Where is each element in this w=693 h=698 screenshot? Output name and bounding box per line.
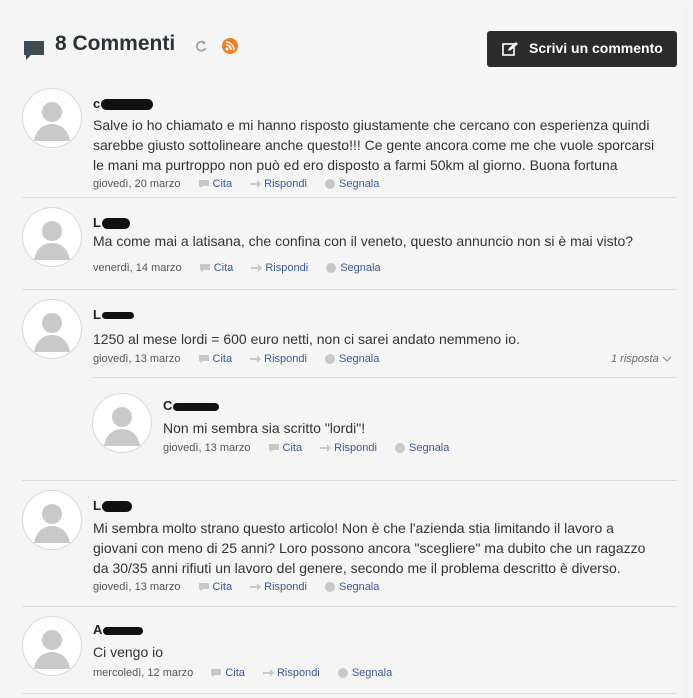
reply-icon xyxy=(249,354,262,364)
write-comment-button[interactable]: Scrivi un commento xyxy=(487,31,677,67)
avatar[interactable] xyxy=(22,490,82,550)
cita-link[interactable]: Cita xyxy=(225,667,245,679)
segnala-link[interactable]: Segnala xyxy=(340,262,380,274)
redacted-name xyxy=(101,218,130,230)
rispondi-link[interactable]: Rispondi xyxy=(277,667,320,679)
flag-icon xyxy=(325,263,337,274)
redacted-name xyxy=(101,99,154,111)
rispondi-link[interactable]: Rispondi xyxy=(264,353,307,365)
comment-text: Ci vengo io xyxy=(93,644,164,660)
quote-icon xyxy=(210,668,222,678)
redacted-name xyxy=(101,312,134,320)
author-initial: L xyxy=(93,498,101,513)
quote-icon xyxy=(198,179,210,189)
rispondi-link[interactable]: Rispondi xyxy=(265,262,308,274)
segnala-link[interactable]: Segnala xyxy=(352,667,392,679)
quote-icon xyxy=(198,354,210,364)
segnala-link[interactable]: Segnala xyxy=(409,442,449,454)
avatar[interactable] xyxy=(92,393,152,453)
quote-icon xyxy=(199,263,211,273)
avatar[interactable] xyxy=(22,88,82,148)
cita-link[interactable]: Cita xyxy=(214,262,234,274)
divider xyxy=(22,289,677,290)
comment-author[interactable]: L xyxy=(93,498,132,513)
comment-meta: giovedì, 13 marzo Cita Rispondi Segnala xyxy=(93,581,379,593)
comment-author[interactable]: L xyxy=(93,215,130,230)
divider xyxy=(22,606,677,607)
rispondi-link[interactable]: Rispondi xyxy=(264,581,307,593)
author-initial: c xyxy=(93,96,101,111)
rss-icon[interactable] xyxy=(222,38,238,54)
comment-text: Non mi sembra sia scritto "lordi"! xyxy=(163,420,366,436)
rispondi-link[interactable]: Rispondi xyxy=(264,178,307,190)
divider xyxy=(93,377,677,378)
comment-date: giovedì, 20 marzo xyxy=(93,178,181,190)
author-initial: L xyxy=(93,215,101,230)
comments-panel: 8 Commenti Scrivi un commento c Salve io… xyxy=(8,8,683,698)
reply-icon xyxy=(249,582,262,592)
comment-date: venerdì, 14 marzo xyxy=(93,262,182,274)
avatar[interactable] xyxy=(22,207,82,267)
flag-icon xyxy=(324,354,336,365)
comment-date: giovedì, 13 marzo xyxy=(163,442,251,454)
reply-icon xyxy=(262,668,274,678)
segnala-link[interactable]: Segnala xyxy=(339,581,379,593)
edit-icon xyxy=(502,42,518,56)
redacted-name xyxy=(101,501,132,513)
rispondi-link[interactable]: Rispondi xyxy=(334,442,377,454)
quote-icon xyxy=(198,582,210,592)
comments-title: 8 Commenti xyxy=(55,32,176,55)
comment-meta: giovedì, 20 marzo Cita Rispondi Segnala xyxy=(93,178,379,190)
replies-toggle[interactable]: 1 risposta xyxy=(611,353,672,365)
segnala-link[interactable]: Segnala xyxy=(339,178,379,190)
cita-link[interactable]: Cita xyxy=(213,581,233,593)
comment-date: giovedì, 13 marzo xyxy=(93,581,181,593)
comment-text: Salve io ho chiamato e mi hanno risposto… xyxy=(93,117,655,173)
quote-icon xyxy=(268,443,280,453)
redacted-name xyxy=(103,626,144,635)
flag-icon xyxy=(324,582,336,593)
cita-link[interactable]: Cita xyxy=(213,178,233,190)
flag-icon xyxy=(394,443,406,454)
flag-icon xyxy=(324,179,336,190)
comment-author[interactable]: C xyxy=(163,398,220,413)
segnala-link[interactable]: Segnala xyxy=(339,353,379,365)
comment-text: 1250 al mese lordi = 600 euro netti, non… xyxy=(93,331,520,347)
comment-date: mercoledì, 12 marzo xyxy=(93,667,194,679)
comment-author[interactable]: A xyxy=(93,622,144,637)
chevron-down-icon xyxy=(662,356,672,362)
divider xyxy=(22,480,677,481)
redacted-name xyxy=(173,402,220,411)
comment-meta: giovedì, 13 marzo Cita Rispondi Segnala xyxy=(93,353,379,365)
cita-link[interactable]: Cita xyxy=(283,442,303,454)
comment-meta: venerdì, 14 marzo Cita Rispondi Segnala xyxy=(93,262,381,274)
divider xyxy=(22,693,677,694)
comment-author[interactable]: L xyxy=(93,307,134,322)
avatar[interactable] xyxy=(22,299,82,359)
divider xyxy=(22,197,677,198)
comment-meta: mercoledì, 12 marzo Cita Rispondi Segnal… xyxy=(93,667,392,679)
author-initial: C xyxy=(163,398,173,413)
author-initial: L xyxy=(93,307,101,322)
comment-date: giovedì, 13 marzo xyxy=(93,353,181,365)
comment-text: Mi sembra molto strano questo articolo! … xyxy=(93,520,646,576)
reply-icon xyxy=(249,179,262,189)
comment-author[interactable]: c xyxy=(93,96,154,111)
write-comment-label: Scrivi un commento xyxy=(529,40,663,56)
flag-icon xyxy=(337,668,349,679)
comment-meta: giovedì, 13 marzo Cita Rispondi Segnala xyxy=(163,442,449,454)
chat-icon xyxy=(24,41,44,60)
avatar[interactable] xyxy=(22,616,82,676)
refresh-icon[interactable] xyxy=(194,39,208,53)
reply-icon xyxy=(319,443,332,453)
comment-text: Ma come mai a latisana, che confina con … xyxy=(93,233,634,249)
comments-header: 8 Commenti Scrivi un commento xyxy=(8,8,683,78)
reply-icon xyxy=(250,263,263,273)
author-initial: A xyxy=(93,622,103,637)
replies-count: 1 risposta xyxy=(611,353,659,365)
cita-link[interactable]: Cita xyxy=(213,353,233,365)
